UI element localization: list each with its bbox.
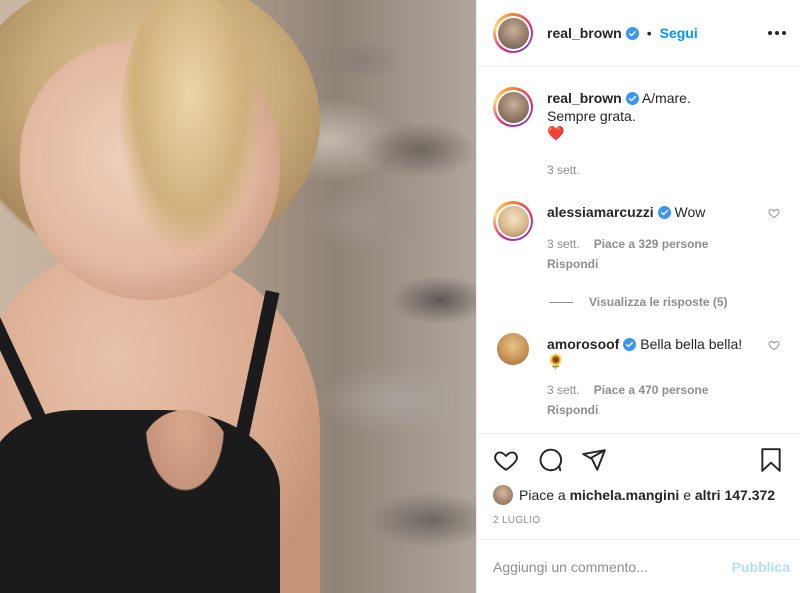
caption-text: A/mare. xyxy=(641,90,691,106)
photo-swimsuit xyxy=(0,410,280,593)
post-header: real_brown • Segui xyxy=(477,0,800,67)
verified-icon xyxy=(625,92,639,105)
comment: alessiamarcuzzi Wow 3 sett. Piace a 329 … xyxy=(493,201,786,273)
likes-joiner: e xyxy=(683,487,691,503)
comment-likes[interactable]: Piace a 470 persone xyxy=(594,381,709,399)
heart-emoji: ❤️ xyxy=(547,126,565,142)
like-comment-heart-icon[interactable] xyxy=(768,207,780,219)
comment-likes[interactable]: Piace a 329 persone xyxy=(594,235,709,253)
author-username[interactable]: real_brown xyxy=(547,25,622,41)
view-replies-button[interactable]: Visualizza le risposte (5) xyxy=(549,295,786,309)
save-bookmark-icon[interactable] xyxy=(758,447,784,473)
reply-button[interactable]: Rispondi xyxy=(547,255,768,273)
replies-divider xyxy=(549,301,573,303)
share-icon[interactable] xyxy=(581,447,607,473)
post-photo[interactable] xyxy=(0,0,476,593)
follow-button[interactable]: Segui xyxy=(660,25,698,41)
likes-others[interactable]: altri 147.372 xyxy=(695,487,775,503)
verified-icon xyxy=(625,26,639,40)
post-actions xyxy=(477,433,800,485)
sunflower-emoji: 🌻 xyxy=(547,354,565,370)
reply-button[interactable]: Rispondi xyxy=(547,401,768,419)
comments-section: real_brown A/mare. Sempre grata. ❤️ 3 se… xyxy=(477,67,800,433)
add-comment-bar: Pubblica xyxy=(477,539,800,593)
comment-text: Bella bella bella! xyxy=(640,336,743,352)
separator-dot: • xyxy=(646,25,652,41)
publish-button[interactable]: Pubblica xyxy=(732,559,790,575)
caption-time[interactable]: 3 sett. xyxy=(547,161,580,179)
comment-text: Wow xyxy=(674,204,706,220)
post-date[interactable]: 2 LUGLIO xyxy=(477,505,800,539)
comment-username[interactable]: alessiamarcuzzi xyxy=(547,204,654,220)
photo-hair-strands xyxy=(120,0,260,250)
caption-username[interactable]: real_brown xyxy=(547,90,622,106)
more-options-icon[interactable] xyxy=(768,25,786,41)
photo-detail xyxy=(140,410,230,500)
view-replies-label: Visualizza le risposte (5) xyxy=(589,295,728,309)
comment-username[interactable]: amorosoof xyxy=(547,336,619,352)
verified-icon xyxy=(623,338,637,351)
likes-summary: Piace a michela.mangini e altri 147.372 xyxy=(477,485,800,505)
comment-time[interactable]: 3 sett. xyxy=(547,235,580,253)
comment-icon[interactable] xyxy=(537,447,563,473)
post-sidebar: real_brown • Segui real_brown A/mare. Se… xyxy=(476,0,800,593)
caption-avatar[interactable] xyxy=(493,87,533,127)
comment-avatar[interactable] xyxy=(497,333,529,365)
liker-avatar[interactable] xyxy=(493,485,513,505)
caption-text-line2: Sempre grata. xyxy=(547,108,636,124)
like-comment-heart-icon[interactable] xyxy=(768,339,780,351)
instagram-post: real_brown • Segui real_brown A/mare. Se… xyxy=(0,0,800,593)
likes-prefix: Piace a xyxy=(519,487,566,503)
comment: amorosoof Bella bella bella! 🌻 3 sett. P… xyxy=(493,333,786,419)
author-avatar[interactable] xyxy=(493,13,533,53)
comment-input[interactable] xyxy=(493,558,732,575)
like-heart-icon[interactable] xyxy=(493,447,519,473)
comment-avatar[interactable] xyxy=(493,201,533,241)
caption: real_brown A/mare. Sempre grata. ❤️ 3 se… xyxy=(493,87,786,179)
verified-icon xyxy=(657,206,671,219)
liker-username[interactable]: michela.mangini xyxy=(570,487,680,503)
comment-time[interactable]: 3 sett. xyxy=(547,381,580,399)
